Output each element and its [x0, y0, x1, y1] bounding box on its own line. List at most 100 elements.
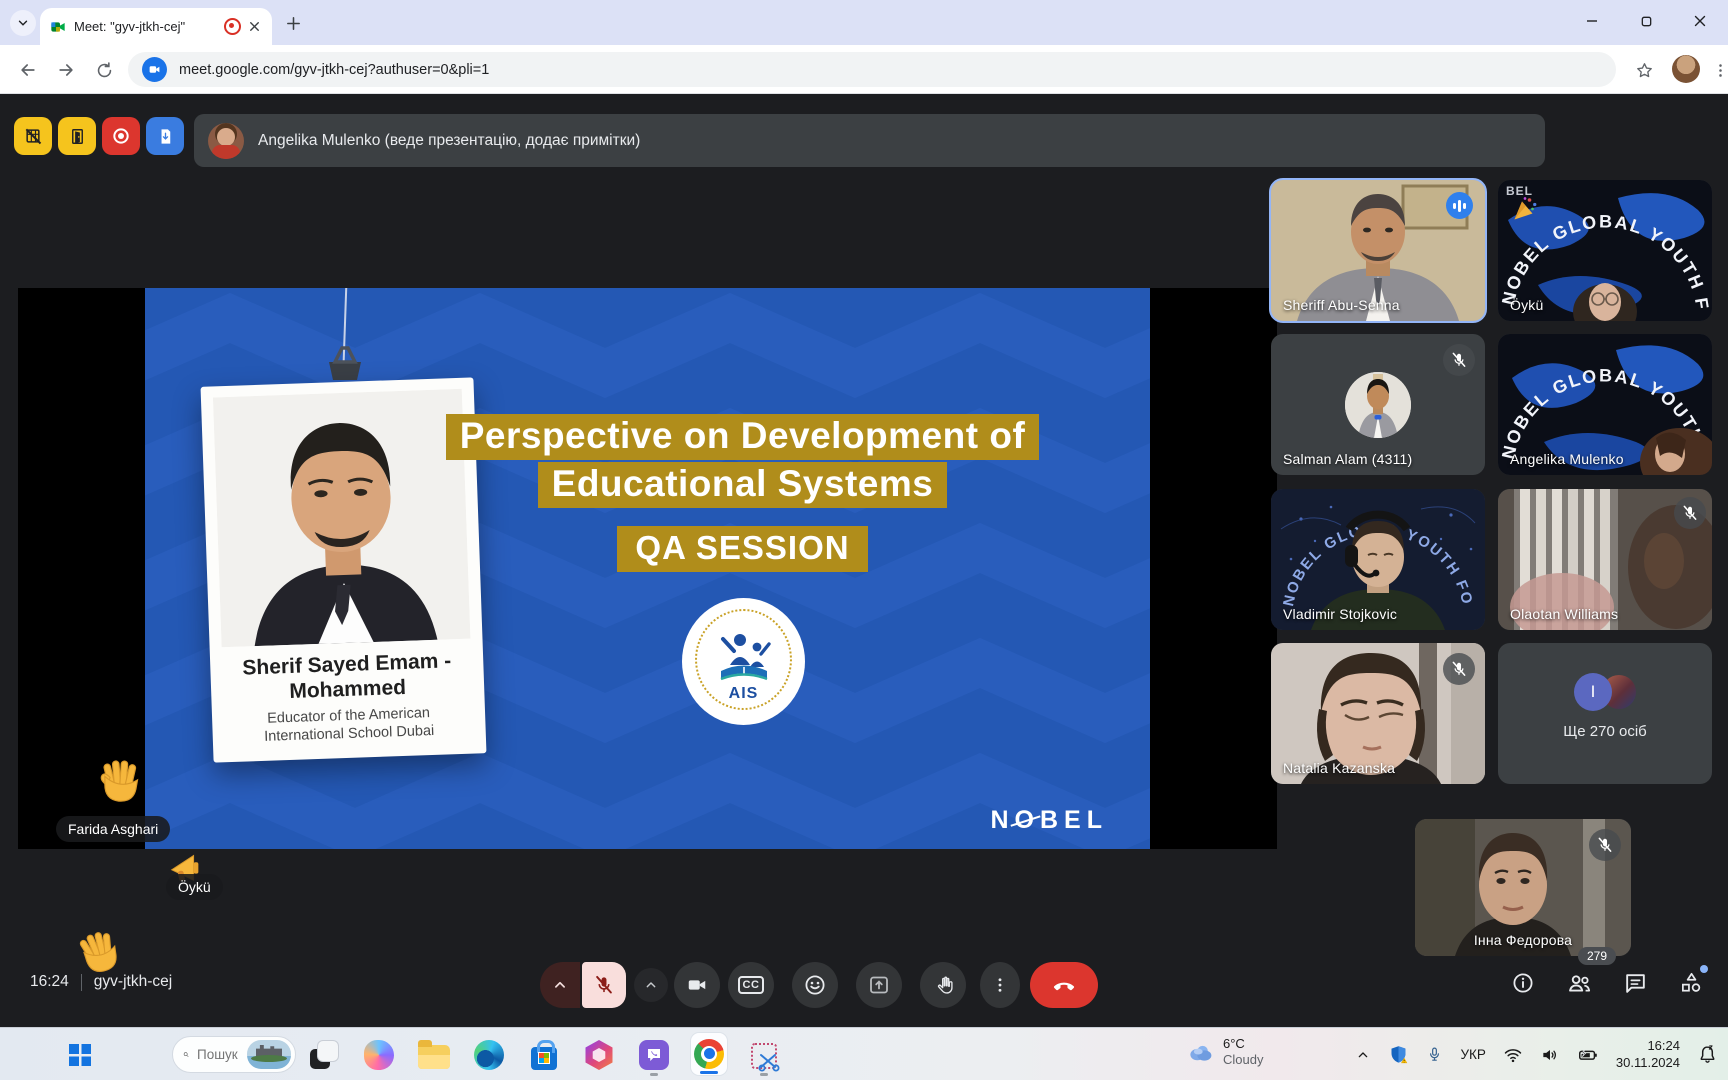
raise-hand-button[interactable] — [920, 962, 966, 1008]
app-snipping-tool[interactable] — [746, 1037, 782, 1073]
participant-tile-salman[interactable]: Salman Alam (4311) — [1271, 334, 1485, 475]
cc-icon: CC — [738, 976, 765, 994]
nobel-letters-bel: BEL — [1040, 806, 1108, 834]
leave-room-button[interactable] — [58, 117, 96, 155]
tray-expand-button[interactable] — [1355, 1047, 1371, 1063]
ais-acronym: AIS — [682, 685, 805, 703]
meeting-details-button[interactable] — [1508, 968, 1538, 998]
scissors-icon — [757, 1049, 781, 1073]
meeting-code: gyv-jtkh-cej — [94, 973, 172, 991]
participants-count-badge: 279 — [1578, 947, 1616, 965]
tab-search-chevron-button[interactable] — [10, 10, 36, 36]
tray-volume[interactable] — [1540, 1045, 1560, 1065]
slide-session-label: QA SESSION — [617, 526, 867, 572]
reload-button[interactable] — [90, 56, 118, 84]
tray-battery[interactable] — [1577, 1044, 1599, 1066]
camera-options-button[interactable] — [634, 968, 668, 1002]
more-options-button[interactable] — [980, 962, 1020, 1008]
chevron-down-icon — [16, 16, 30, 30]
record-icon — [111, 126, 131, 146]
participant-tile-oyku[interactable]: NOBEL GLOBAL YOUTH FORUM BEL Öykü — [1498, 180, 1712, 321]
tray-mic-in-use[interactable] — [1426, 1046, 1443, 1063]
app-viber[interactable] — [636, 1037, 672, 1073]
mic-off-icon — [593, 974, 615, 996]
transcript-button[interactable] — [146, 117, 184, 155]
tab-close-icon[interactable] — [247, 19, 262, 34]
mic-options-button[interactable] — [540, 962, 580, 1008]
back-button[interactable] — [14, 56, 42, 84]
view-option-button[interactable] — [14, 117, 52, 155]
copilot-icon — [364, 1040, 394, 1070]
more-participants-tile[interactable]: I Ще 270 осіб — [1498, 643, 1712, 784]
participants-button[interactable] — [1564, 968, 1594, 998]
reaction-sender-name: Öykü — [178, 879, 211, 895]
window-close-button[interactable] — [1680, 4, 1720, 38]
chat-button[interactable] — [1620, 968, 1650, 998]
participant-tile-angelika[interactable]: NOBEL GLOBAL YOUTH FORUM Angelika Mulenk… — [1498, 334, 1712, 475]
stacked-avatars: I — [1498, 673, 1712, 711]
tray-language[interactable]: УКР — [1460, 1047, 1485, 1062]
participant-tile-natalia[interactable]: Natalia Kazanska — [1271, 643, 1485, 784]
ais-logo: AIS — [682, 598, 805, 725]
app-copilot[interactable] — [361, 1037, 397, 1073]
participant-name: Інна Федорова — [1474, 932, 1572, 948]
participant-tile-olaotan[interactable]: Olaotan Williams — [1498, 489, 1712, 630]
search-highlight-image[interactable] — [247, 1040, 291, 1069]
meet-window: Angelika Mulenko (веде презентацію, дода… — [0, 94, 1728, 1027]
captions-button[interactable]: CC — [728, 962, 774, 1008]
tray-security-shield[interactable] — [1388, 1044, 1409, 1065]
participant-tile-vladimir[interactable]: NOBEL GLOBAL YOUTH FORUM Vladimir Stojko… — [1271, 489, 1485, 630]
camera-toggle-button[interactable] — [674, 962, 720, 1008]
windows-taskbar: 6°C Cloudy УКР — [0, 1027, 1728, 1080]
new-tab-button[interactable] — [282, 12, 304, 34]
muted-mic-icon — [1589, 829, 1621, 861]
tray-clock[interactable]: 16:24 30.11.2024 — [1616, 1038, 1680, 1072]
app-hexagon-g[interactable] — [581, 1037, 617, 1073]
reactions-button[interactable] — [792, 962, 838, 1008]
tray-notifications[interactable] — [1697, 1044, 1718, 1065]
window-minimize-button[interactable] — [1572, 4, 1612, 38]
kebab-menu-icon — [1712, 62, 1728, 79]
mic-toggle-button[interactable] — [582, 962, 626, 1008]
weather-temp: 6°C — [1223, 1036, 1263, 1052]
waving-hand-emoji — [98, 758, 144, 804]
tray-wifi[interactable] — [1503, 1045, 1523, 1065]
search-input[interactable] — [195, 1046, 247, 1063]
close-icon — [1693, 14, 1707, 28]
avatar — [208, 123, 244, 159]
plus-icon — [285, 15, 302, 32]
app-microsoft-store[interactable] — [526, 1037, 562, 1073]
participant-tile-inna[interactable]: Інна Федорова — [1415, 819, 1631, 956]
wifi-icon — [1503, 1045, 1523, 1065]
taskbar-weather[interactable]: 6°C Cloudy — [1186, 1036, 1263, 1069]
present-screen-button[interactable] — [856, 962, 902, 1008]
snip-dotted-square-icon — [751, 1043, 777, 1069]
slide-title-line1: Perspective on Development of — [446, 414, 1040, 460]
maximize-icon — [1640, 15, 1653, 28]
activities-button[interactable] — [1676, 968, 1706, 998]
app-chrome-active[interactable] — [691, 1037, 727, 1073]
taskbar-search[interactable] — [172, 1036, 296, 1073]
meet-camera-chip-icon — [142, 57, 167, 82]
recording-button[interactable] — [102, 117, 140, 155]
app-edge[interactable] — [471, 1037, 507, 1073]
app-file-explorer[interactable] — [416, 1037, 452, 1073]
back-arrow-icon — [18, 60, 38, 80]
forward-button[interactable] — [52, 56, 80, 84]
bookmark-button[interactable] — [1630, 56, 1658, 84]
edge-icon — [474, 1040, 504, 1070]
browser-menu-button[interactable] — [1706, 56, 1728, 84]
tab-recording-indicator-icon — [224, 18, 241, 35]
browser-tab-meet[interactable]: Meet: "gyv-jtkh-cej" — [40, 8, 272, 45]
browser-tabstrip: Meet: "gyv-jtkh-cej" — [0, 0, 1728, 45]
end-call-button[interactable] — [1030, 962, 1098, 1008]
app-widgets[interactable] — [306, 1037, 342, 1073]
participant-tile-sheriff[interactable]: Sheriff Abu-Senna — [1271, 180, 1485, 321]
forward-arrow-icon — [56, 60, 76, 80]
chevron-up-icon — [643, 977, 659, 993]
url-bar[interactable]: meet.google.com/gyv-jtkh-cej?authuser=0&… — [128, 52, 1616, 87]
profile-avatar[interactable] — [1672, 55, 1700, 83]
more-participants-label: Ще 270 осіб — [1498, 723, 1712, 740]
window-maximize-button[interactable] — [1626, 4, 1666, 38]
start-button[interactable] — [66, 1041, 94, 1069]
